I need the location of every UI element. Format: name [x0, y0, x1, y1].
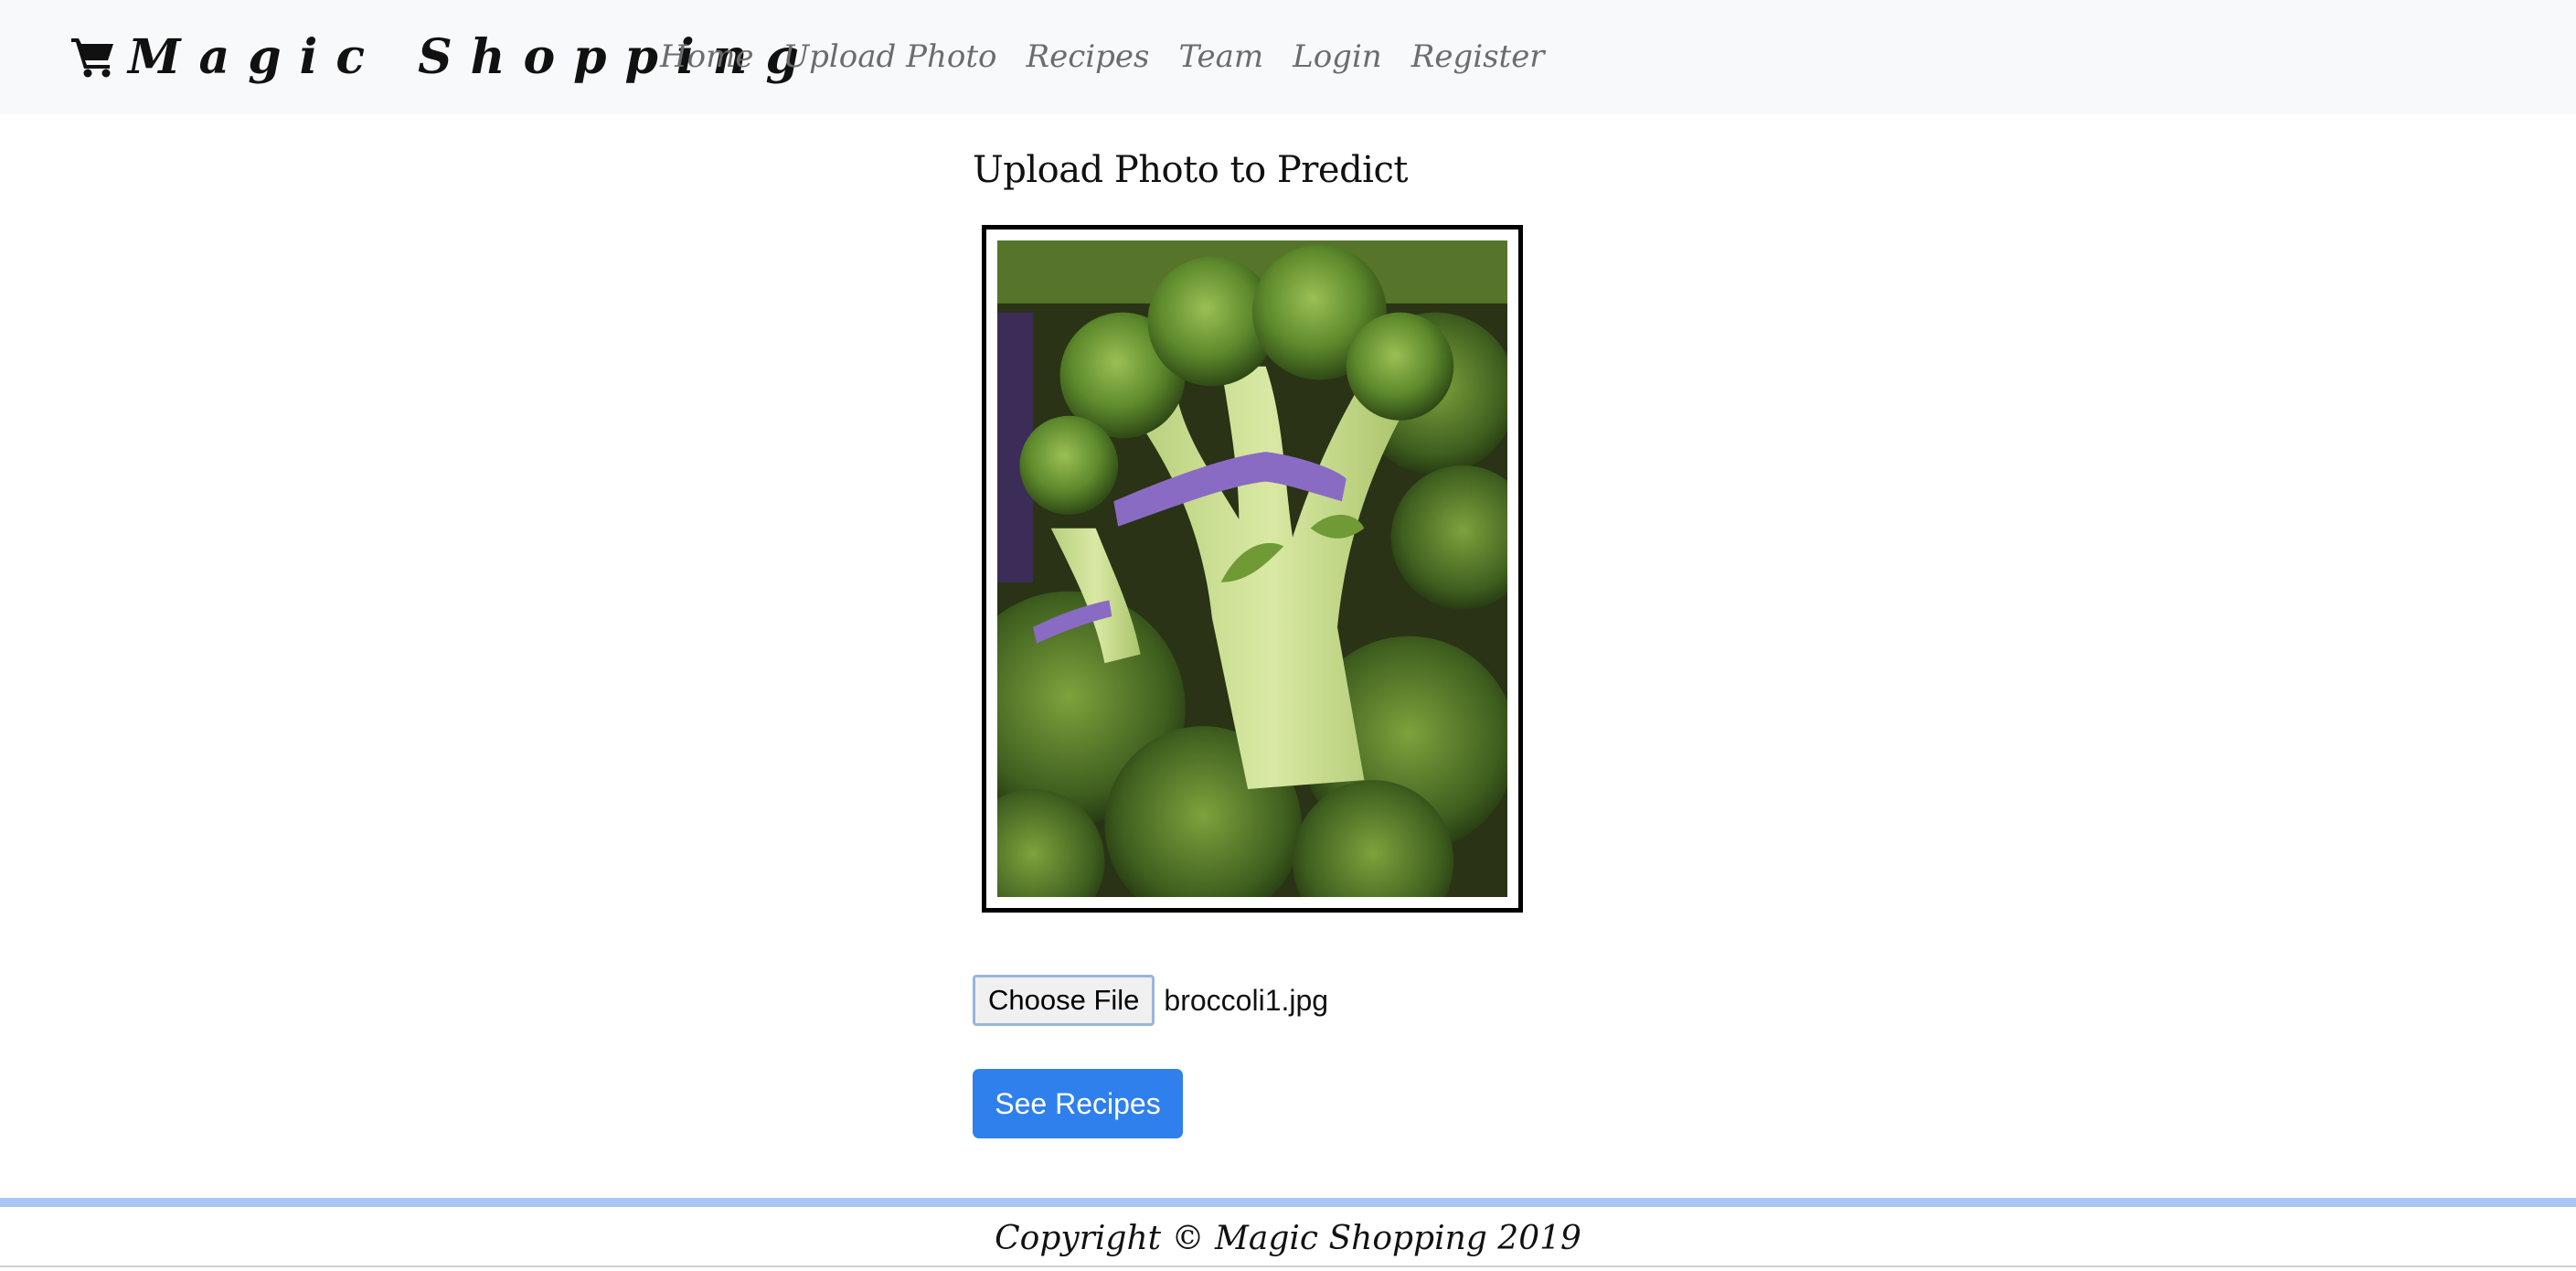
nav-item-home[interactable]: Home — [660, 38, 753, 75]
broccoli-photo — [997, 240, 1507, 897]
top-navbar: Magic Shopping Home Upload Photo Recipes… — [0, 0, 2576, 114]
see-recipes-button[interactable]: See Recipes — [973, 1069, 1183, 1138]
nav-item-team[interactable]: Team — [1178, 38, 1263, 75]
photo-preview-frame — [982, 225, 1523, 913]
nav-links: Home Upload Photo Recipes Team Login Reg… — [660, 27, 1574, 86]
choose-file-button[interactable]: Choose File — [973, 975, 1155, 1026]
nav-item-login[interactable]: Login — [1293, 38, 1382, 75]
footer-divider — [0, 1198, 2576, 1207]
nav-item-recipes[interactable]: Recipes — [1026, 38, 1149, 75]
footer-bottom-rule — [0, 1266, 2576, 1267]
upload-section: Upload Photo to Predict Choose File broc… — [973, 137, 1613, 1138]
file-input-row: Choose File broccoli1.jpg — [973, 973, 1328, 1028]
footer-copyright: Copyright © Magic Shopping 2019 — [995, 1220, 1581, 1257]
shopping-cart-icon — [71, 36, 115, 78]
selected-file-name: broccoli1.jpg — [1164, 983, 1329, 1017]
page-title: Upload Photo to Predict — [973, 149, 1408, 191]
nav-item-register[interactable]: Register — [1411, 38, 1545, 75]
nav-item-upload-photo[interactable]: Upload Photo — [782, 38, 996, 75]
